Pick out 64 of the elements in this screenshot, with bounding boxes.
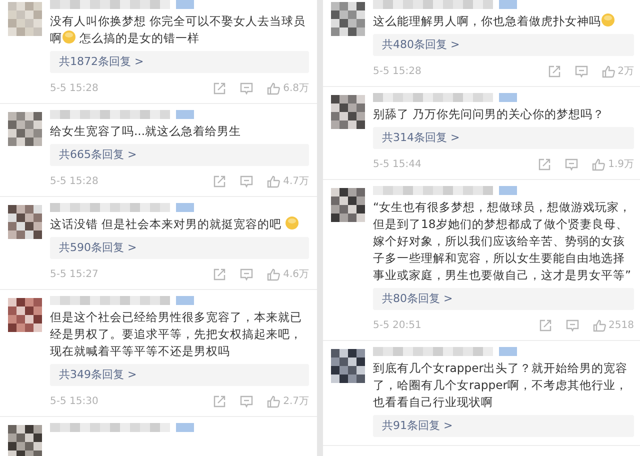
comment-text: 怎么搞的是女的错一样 [78, 31, 200, 45]
comment-time: 5-5 20:51 [373, 320, 422, 330]
share-icon[interactable] [213, 394, 226, 408]
blurred-avatar[interactable] [331, 188, 365, 222]
comment-text: 到底有几个女rapper出头了？就开始给男的宽容了，哈圈有几个女rapper啊，不考虑其他行业，也看看自己行业现状啊 [373, 361, 628, 409]
comment-time: 5-5 15:44 [373, 158, 422, 170]
like-count: 6.8万 [283, 82, 309, 95]
like-count: 4.7万 [283, 175, 309, 188]
blurred-avatar[interactable] [8, 205, 42, 239]
comment-text: 啊 [50, 31, 62, 45]
emoji-icon [601, 13, 615, 27]
thumbs-up-icon[interactable] [592, 158, 606, 170]
blurred-avatar[interactable] [331, 2, 365, 36]
blurred-avatar[interactable] [331, 349, 365, 383]
comment-text: 没有人叫你换梦想 你完全可以不娶女人去当球员 [50, 13, 307, 30]
like-count: 2518 [608, 320, 634, 330]
replies-link[interactable]: 共590条回复 > [50, 237, 309, 259]
blurred-avatar[interactable] [8, 425, 42, 456]
share-icon[interactable] [213, 82, 226, 94]
comment-icon[interactable] [240, 394, 254, 408]
comment-icon[interactable] [566, 318, 579, 332]
emoji-icon [285, 216, 300, 230]
comment-time: 5-5 15:28 [50, 82, 100, 94]
comment-text: 别舔了 乃万你先问问男的关心你的梦想吗？ [373, 107, 605, 121]
thumbs-up-icon[interactable] [592, 318, 606, 332]
comment-icon[interactable] [240, 82, 254, 94]
thumbs-up-icon[interactable] [267, 394, 280, 408]
comment-icon[interactable] [240, 268, 254, 280]
share-icon[interactable] [548, 64, 561, 78]
thumbs-up-icon[interactable] [267, 174, 280, 188]
replies-link[interactable]: 共480条回复 > [373, 34, 634, 56]
comment-icon[interactable] [240, 174, 254, 188]
comment-time: 5-5 15:28 [50, 176, 100, 186]
thumbs-up-icon[interactable] [267, 268, 280, 280]
share-icon[interactable] [538, 158, 552, 170]
blurred-avatar[interactable] [331, 95, 365, 129]
share-icon[interactable] [213, 174, 226, 188]
thumbs-up-icon[interactable] [267, 82, 280, 94]
comment-time: 5-5 15:28 [373, 66, 422, 76]
like-count: 1.9万 [608, 158, 634, 171]
like-count: 2万 [618, 65, 634, 78]
comment-text: 这么能理解男人啊，你也急着做虎扑女神吗 [373, 14, 601, 28]
comment-icon[interactable] [565, 158, 578, 170]
replies-link[interactable]: 共91条回复 > [373, 415, 634, 437]
replies-link[interactable]: 共1872条回复 > [50, 51, 309, 73]
share-icon[interactable] [538, 318, 552, 332]
comment-text: 但是这个社会已经给男性很多宽容了，本来就已经是男权了。要追求平等，先把女权搞起来吧，现在就喊着平等平等不还是男权吗 [50, 310, 302, 358]
replies-link[interactable]: 共349条回复 > [50, 364, 309, 386]
comment-text: “女生也有很多梦想，想做球员，想做游戏玩家，但是到了18岁她们的梦想都成了做个贤妻良母、嫁个好对象，所以我们应该给辛苦、势弱的女孩子多一些理解和宽容，所以女生要能自由地选择事业或家庭，男生也要做自己，这才是男女平等” [373, 200, 632, 282]
like-count: 2.7万 [283, 395, 309, 408]
comment-time: 5-5 15:27 [50, 268, 100, 280]
share-icon[interactable] [213, 268, 226, 280]
blurred-avatar[interactable] [8, 112, 42, 146]
replies-link[interactable]: 共80条回复 > [373, 288, 634, 310]
thumbs-up-icon[interactable] [602, 64, 615, 78]
blurred-avatar[interactable] [8, 298, 42, 332]
replies-link[interactable]: 共314条回复 > [373, 127, 634, 149]
emoji-icon [62, 30, 76, 44]
comment-time: 5-5 15:30 [50, 396, 100, 406]
comment-text: 这话没错 但是社会本来对男的就挺宽容的吧 [50, 217, 283, 231]
like-count: 4.6万 [283, 268, 309, 281]
comment-text: 给女生宽容了吗...就这么急着给男生 [50, 124, 242, 138]
replies-link[interactable]: 共665条回复 > [50, 144, 309, 166]
comment-icon[interactable] [574, 64, 588, 78]
